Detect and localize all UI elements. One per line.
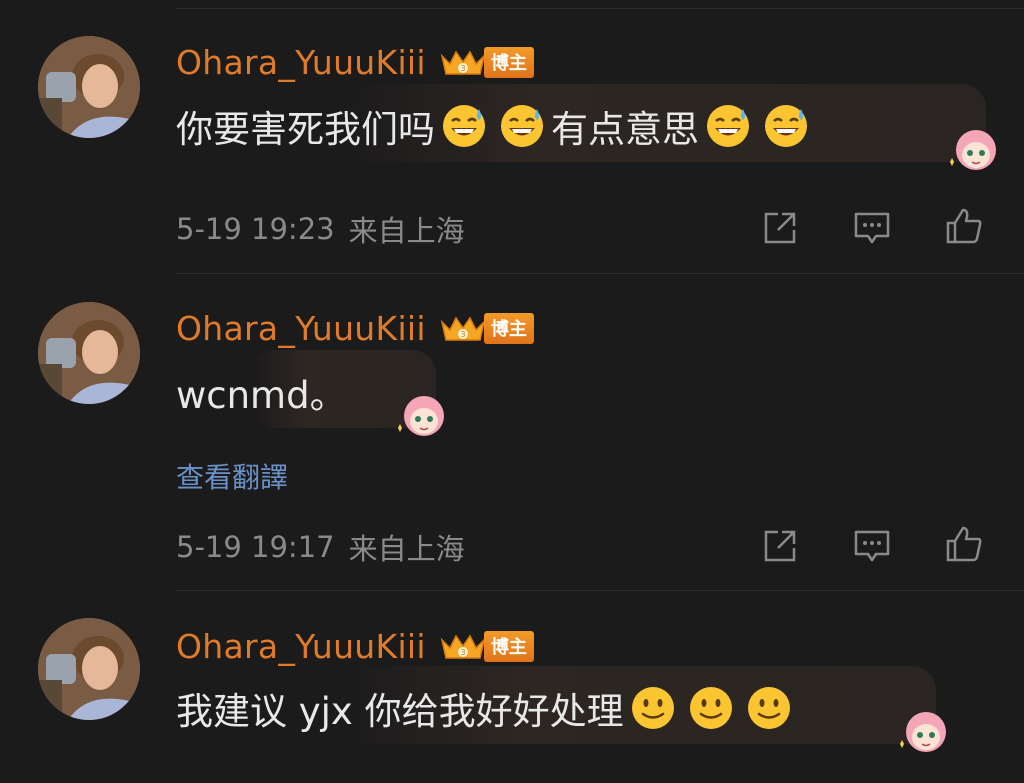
thumbs-up-icon[interactable] [944, 206, 984, 246]
avatar[interactable] [38, 618, 140, 720]
share-icon[interactable] [760, 208, 800, 248]
comment-text: 你要害死我们吗 有点意思 [176, 98, 815, 154]
name-row: Ohara_YuuuKiii 3 博主 [176, 42, 534, 82]
avatar[interactable] [38, 36, 140, 138]
crown-icon: 3 [440, 634, 486, 659]
name-row: Ohara_YuuuKiii 3 博主 [176, 308, 534, 348]
comment-text-part: 你要害死我们吗 [176, 108, 435, 151]
comment-time: 5-19 19:17 [176, 530, 335, 564]
crown-icon: 3 [440, 316, 486, 341]
comment-location: 来自上海 [348, 214, 465, 248]
comment-text: 我建议 yjx 你给我好好处理 [176, 680, 798, 736]
svg-text:3: 3 [460, 330, 465, 339]
avatar-photo [38, 618, 140, 720]
badge-label: 博主 [483, 630, 534, 662]
name-row: Ohara_YuuuKiii 3 博主 [176, 626, 534, 666]
svg-text:3: 3 [460, 648, 465, 657]
comment-icon[interactable] [852, 208, 892, 248]
bubble-sticker [894, 704, 950, 760]
slight-smile-emoji [630, 685, 676, 731]
comment-feed: Ohara_YuuuKiii 3 博主 你要害死我们吗 有点意思 5-19 19… [0, 0, 1024, 783]
comment-time: 5-19 19:23 [176, 212, 335, 246]
crown-icon: 3 [440, 50, 486, 75]
comment-location: 来自上海 [348, 532, 465, 566]
comment-text-part: 我建议 yjx 你给我好好处理 [176, 690, 624, 733]
divider [176, 590, 1024, 591]
thumbs-up-icon[interactable] [944, 524, 984, 564]
divider [176, 8, 1024, 9]
blogger-badge: 3 博主 [438, 46, 534, 78]
avatar-photo [38, 36, 140, 138]
svg-text:3: 3 [460, 64, 465, 73]
avatar[interactable] [38, 302, 140, 404]
blogger-badge: 3 博主 [438, 630, 534, 662]
avatar-photo [38, 302, 140, 404]
comment-icon[interactable] [852, 526, 892, 566]
username[interactable]: Ohara_YuuuKiii [176, 627, 426, 666]
bubble-sticker [944, 122, 1000, 178]
comment-text: wcnmd。 [176, 374, 347, 417]
blogger-badge: 3 博主 [438, 312, 534, 344]
badge-label: 博主 [483, 312, 534, 344]
comment-meta: 5-19 19:23 来自上海 [176, 208, 465, 250]
sweat-smile-emoji [499, 103, 545, 149]
sweat-smile-emoji [763, 103, 809, 149]
comment-meta: 5-19 19:17 来自上海 [176, 526, 465, 568]
comment-text-part: 有点意思 [551, 108, 699, 151]
divider [176, 273, 1024, 274]
slight-smile-emoji [688, 685, 734, 731]
share-icon[interactable] [760, 526, 800, 566]
badge-label: 博主 [483, 46, 534, 78]
sweat-smile-emoji [441, 103, 487, 149]
bubble-sticker [392, 388, 448, 444]
username[interactable]: Ohara_YuuuKiii [176, 43, 426, 82]
view-translation-link[interactable]: 查看翻譯 [176, 456, 288, 496]
username[interactable]: Ohara_YuuuKiii [176, 309, 426, 348]
slight-smile-emoji [746, 685, 792, 731]
sweat-smile-emoji [705, 103, 751, 149]
